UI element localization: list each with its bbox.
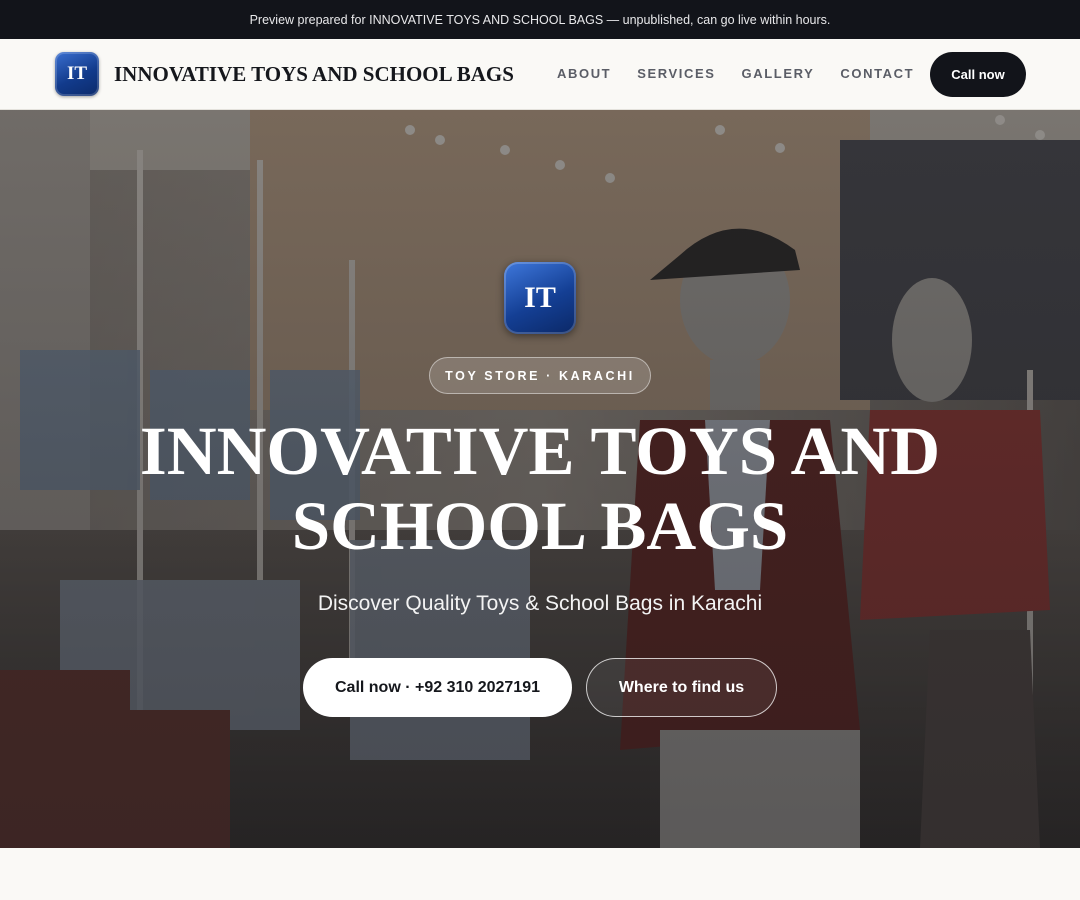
hero-call-button[interactable]: Call now · +92 310 2027191 <box>303 658 572 717</box>
hero-title: INNOVATIVE TOYS AND SCHOOL BAGS <box>139 413 941 564</box>
hero-find-us-button[interactable]: Where to find us <box>586 658 777 717</box>
hero-logo-initials: IT <box>524 281 556 314</box>
main-nav: ABOUT SERVICES GALLERY CONTACT <box>557 66 914 81</box>
nav-link-about[interactable]: ABOUT <box>557 66 611 81</box>
nav-link-contact[interactable]: CONTACT <box>840 66 914 81</box>
hero-category-pill: TOY STORE · KARACHI <box>429 357 651 394</box>
brand-logo-initials: IT <box>66 63 88 84</box>
preview-banner-text: Preview prepared for INNOVATIVE TOYS AND… <box>249 12 831 27</box>
nav-link-gallery[interactable]: GALLERY <box>742 66 815 81</box>
next-section <box>0 848 1080 900</box>
hero-section: IT TOY STORE · KARACHI INNOVATIVE TOYS A… <box>0 110 1080 848</box>
brand-name[interactable]: INNOVATIVE TOYS AND SCHOOL BAGS <box>114 62 514 87</box>
brand-logo[interactable]: IT <box>55 52 99 96</box>
site-header: IT INNOVATIVE TOYS AND SCHOOL BAGS ABOUT… <box>0 39 1080 110</box>
hero-logo: IT <box>504 262 576 334</box>
hero-subtitle: Discover Quality Toys & School Bags in K… <box>317 592 763 615</box>
header-call-button[interactable]: Call now <box>930 52 1026 97</box>
nav-link-services[interactable]: SERVICES <box>637 66 715 81</box>
preview-banner: Preview prepared for INNOVATIVE TOYS AND… <box>0 0 1080 39</box>
